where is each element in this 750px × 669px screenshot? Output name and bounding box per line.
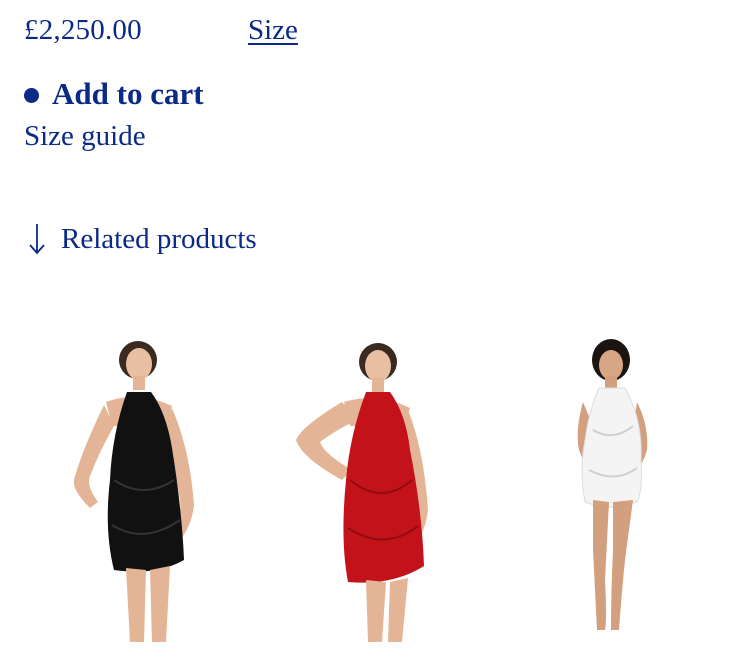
related-products-heading[interactable]: Related products <box>27 222 257 256</box>
related-products-label: Related products <box>61 222 257 255</box>
product-price: £2,250.00 <box>24 14 142 46</box>
add-to-cart-button[interactable]: Add to cart <box>24 76 204 112</box>
white-dress-model-image <box>577 339 648 630</box>
size-guide-link[interactable]: Size guide <box>24 120 146 153</box>
add-to-cart-label: Add to cart <box>52 76 204 111</box>
related-product-card-3[interactable] <box>513 330 713 655</box>
black-dress-model-image <box>73 341 194 642</box>
arrow-down-icon <box>29 224 45 255</box>
related-product-card-2[interactable] <box>262 330 462 655</box>
bullet-dot-icon <box>24 88 39 103</box>
related-product-card-1[interactable] <box>34 330 234 655</box>
size-link[interactable]: Size <box>248 14 298 47</box>
red-dress-model-image <box>296 343 428 642</box>
